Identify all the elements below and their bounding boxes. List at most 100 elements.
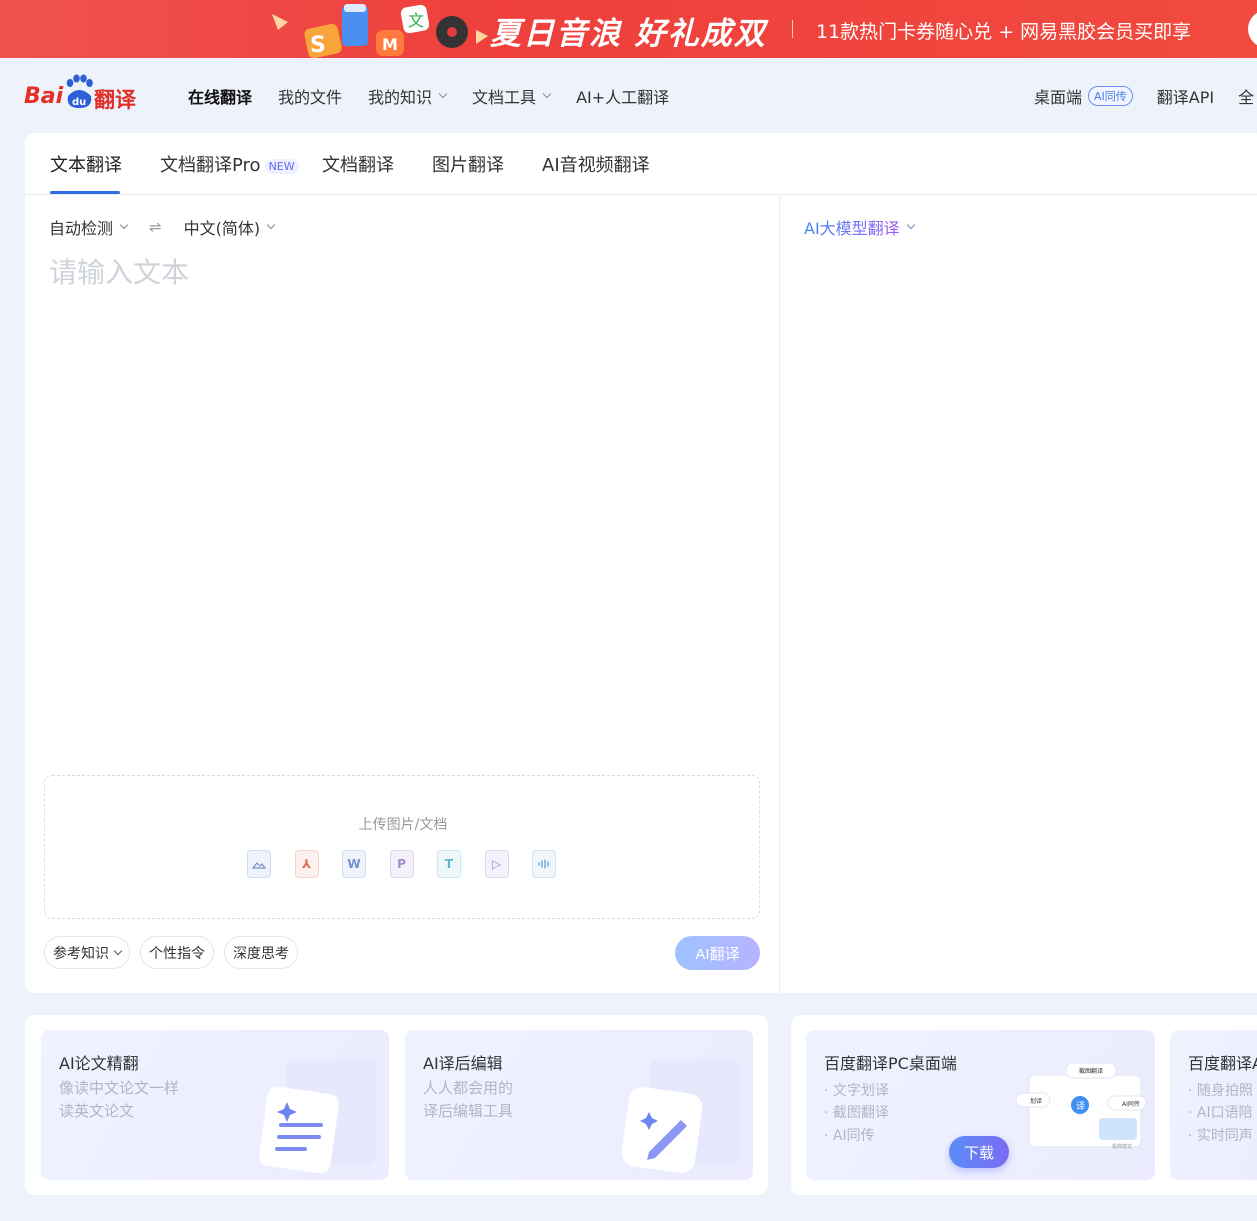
banner-headline: 夏日音浪 好礼成双 bbox=[490, 16, 767, 52]
promo-bullet-text: AI同传 bbox=[832, 1128, 875, 1144]
source-language-select[interactable]: 自动检测 bbox=[49, 215, 129, 239]
chevron-down-icon bbox=[113, 946, 123, 955]
logo-text-bai: Bai bbox=[24, 84, 64, 109]
promo-bullet-text: 文字划译 bbox=[832, 1083, 889, 1099]
tab-text-translate[interactable]: 文本翻译 bbox=[50, 151, 122, 177]
nav-label: 我的文件 bbox=[278, 88, 343, 107]
chevron-down-icon bbox=[542, 89, 552, 99]
banner-separator bbox=[792, 20, 793, 38]
promo-post-editing[interactable]: AI译后编辑 人人都会用的 译后编辑工具 bbox=[405, 1030, 753, 1180]
promo-title: 百度翻译A bbox=[1188, 1054, 1257, 1073]
tab-image-translate[interactable]: 图片翻译 bbox=[432, 151, 504, 177]
nav-my-knowledge[interactable]: 我的知识 bbox=[368, 84, 448, 108]
translate-card: 文本翻译 文档翻译Pro NEW 文档翻译 图片翻译 AI音视频翻译 自动检测 ⇌… bbox=[25, 133, 1257, 993]
logo-text-du: du bbox=[72, 97, 86, 108]
promo-bullet-text: 截图翻译 bbox=[832, 1105, 889, 1121]
promo-bullet: · 文字划译 bbox=[824, 1083, 889, 1099]
image-file-icon[interactable] bbox=[247, 850, 271, 878]
promo-mobile-app[interactable]: 百度翻译A · 随身拍照 · AI口语陪 · 实时同声 bbox=[1170, 1030, 1257, 1180]
nav-truncated-item[interactable]: 全 bbox=[1238, 84, 1254, 108]
tab-doc-translate[interactable]: 文档翻译 bbox=[322, 151, 394, 177]
download-button[interactable]: 下载 bbox=[949, 1136, 1009, 1168]
source-text-input[interactable] bbox=[49, 251, 749, 771]
promo-banner[interactable]: S M 文 夏日音浪 好礼成双 11款热门卡券随心兑 + 网易黑胶会员买即享 bbox=[0, 0, 1257, 58]
model-select[interactable]: AI大模型翻译 bbox=[804, 215, 915, 239]
promo-line: 译后编辑工具 bbox=[423, 1102, 514, 1120]
chevron-down-icon bbox=[119, 220, 129, 230]
promo-title: 百度翻译PC桌面端 bbox=[824, 1054, 957, 1073]
promo-bullet-text: AI口语陪 bbox=[1196, 1105, 1253, 1121]
nav-label: 全 bbox=[1238, 88, 1255, 107]
promo-paper-translate[interactable]: AI论文精翻 像读中文论文一样 读英文论文 bbox=[41, 1030, 389, 1180]
reference-knowledge-chip[interactable]: 参考知识 bbox=[44, 936, 130, 969]
chevron-down-icon bbox=[438, 89, 448, 99]
nav-label: 我的知识 bbox=[368, 88, 433, 107]
deep-thinking-chip[interactable]: 深度思考 bbox=[224, 936, 298, 969]
illus-label: 截图翻译 bbox=[1079, 1067, 1103, 1075]
pdf-file-icon[interactable]: ⅄ bbox=[294, 850, 319, 878]
ppt-file-icon[interactable]: P bbox=[389, 850, 414, 878]
promo-line: 人人都会用的 bbox=[423, 1079, 514, 1097]
svg-text:文: 文 bbox=[408, 11, 424, 30]
nav-translate-api[interactable]: 翻译API bbox=[1157, 84, 1214, 108]
nav-label: 在线翻译 bbox=[188, 88, 253, 107]
feature-promos: AI论文精翻 像读中文论文一样 读英文论文 AI译后编辑 人人都会用的 译后编辑… bbox=[25, 1015, 768, 1195]
illus-label: AI同传 bbox=[1122, 1100, 1140, 1108]
nav-online-translate[interactable]: 在线翻译 bbox=[188, 84, 252, 108]
upload-area[interactable]: 上传图片/文档 ⅄ W P T ▷ bbox=[44, 775, 760, 919]
baidu-paw-icon: du bbox=[66, 74, 93, 108]
tab-doc-translate-pro[interactable]: 文档翻译Pro NEW bbox=[160, 151, 299, 177]
tab-label: 文档翻译Pro bbox=[160, 155, 261, 176]
promo-line: 像读中文论文一样 bbox=[59, 1079, 180, 1097]
nav-right: 桌面端 AI同传 翻译API 全 bbox=[1034, 84, 1257, 108]
app-promos: 百度翻译PC桌面端 · 文字划译 · 截图翻译 · AI同传 截图翻译 划译 译… bbox=[791, 1015, 1257, 1195]
main-nav: 在线翻译 我的文件 我的知识 文档工具 AI+人工翻译 bbox=[188, 84, 695, 108]
custom-instruction-chip[interactable]: 个性指令 bbox=[140, 936, 214, 969]
document-illustration-icon bbox=[259, 1060, 376, 1174]
svg-text:译: 译 bbox=[1076, 1101, 1085, 1112]
chevron-down-icon bbox=[266, 220, 276, 230]
nav-desktop-client[interactable]: 桌面端 AI同传 bbox=[1034, 84, 1133, 108]
word-file-icon[interactable]: W bbox=[342, 850, 366, 878]
target-language-label: 中文(简体) bbox=[183, 219, 261, 238]
model-label: AI大模型翻译 bbox=[804, 215, 900, 239]
audio-file-icon[interactable] bbox=[532, 850, 556, 878]
tab-av-translate[interactable]: AI音视频翻译 bbox=[542, 151, 650, 177]
banner-subtitle: 11款热门卡券随心兑 + 网易黑胶会员买即享 bbox=[816, 21, 1192, 43]
active-tab-indicator bbox=[50, 191, 120, 194]
svg-text:M: M bbox=[382, 35, 398, 54]
svg-text:S: S bbox=[310, 33, 326, 58]
new-badge: NEW bbox=[264, 158, 299, 174]
translate-tabs: 文本翻译 文档翻译Pro NEW 文档翻译 图片翻译 AI音视频翻译 bbox=[25, 133, 1257, 195]
swap-languages-icon[interactable]: ⇌ bbox=[149, 218, 162, 236]
promo-bullet: · 截图翻译 bbox=[824, 1105, 889, 1121]
tab-label: 文档翻译 bbox=[322, 155, 394, 176]
upload-label: 上传图片/文档 bbox=[358, 817, 448, 833]
nav-doc-tools[interactable]: 文档工具 bbox=[472, 84, 552, 108]
tab-label: AI音视频翻译 bbox=[542, 155, 650, 176]
ai-translate-button[interactable]: AI翻译 bbox=[675, 936, 760, 970]
banner-close-button[interactable] bbox=[1248, 10, 1257, 48]
source-language-label: 自动检测 bbox=[49, 219, 114, 238]
baidu-fanyi-logo[interactable]: Bai du 翻译 bbox=[24, 74, 136, 112]
video-file-icon[interactable]: ▷ bbox=[484, 850, 509, 878]
promo-title: AI论文精翻 bbox=[59, 1054, 139, 1073]
nav-label: 文档工具 bbox=[472, 88, 537, 107]
chevron-down-icon bbox=[906, 220, 915, 230]
nav-ai-human-translate[interactable]: AI+人工翻译 bbox=[576, 84, 669, 108]
target-language-select[interactable]: 中文(简体) bbox=[183, 215, 276, 239]
promo-bullet: · AI口语陪 bbox=[1188, 1105, 1253, 1121]
promo-bullet-text: 实时同声 bbox=[1196, 1128, 1253, 1144]
promo-bullet: · 实时同声 bbox=[1188, 1128, 1253, 1144]
promo-pc-desktop[interactable]: 百度翻译PC桌面端 · 文字划译 · 截图翻译 · AI同传 截图翻译 划译 译… bbox=[806, 1030, 1155, 1180]
promo-bullet: · 随身拍照 bbox=[1188, 1083, 1253, 1099]
top-navigation: Bai du 翻译 在线翻译 我的文件 我的知识 文档工具 AI+人工翻译 桌面… bbox=[0, 58, 1257, 133]
illus-label: 极简模式 bbox=[1112, 1143, 1132, 1150]
nav-label: 翻译API bbox=[1156, 88, 1215, 107]
promo-bullet-text: 随身拍照 bbox=[1196, 1083, 1253, 1099]
tab-label: 文本翻译 bbox=[50, 155, 122, 176]
txt-file-icon[interactable]: T bbox=[437, 850, 461, 878]
nav-my-files[interactable]: 我的文件 bbox=[278, 84, 342, 108]
edit-illustration-icon bbox=[621, 1060, 740, 1173]
pane-divider bbox=[779, 195, 780, 993]
